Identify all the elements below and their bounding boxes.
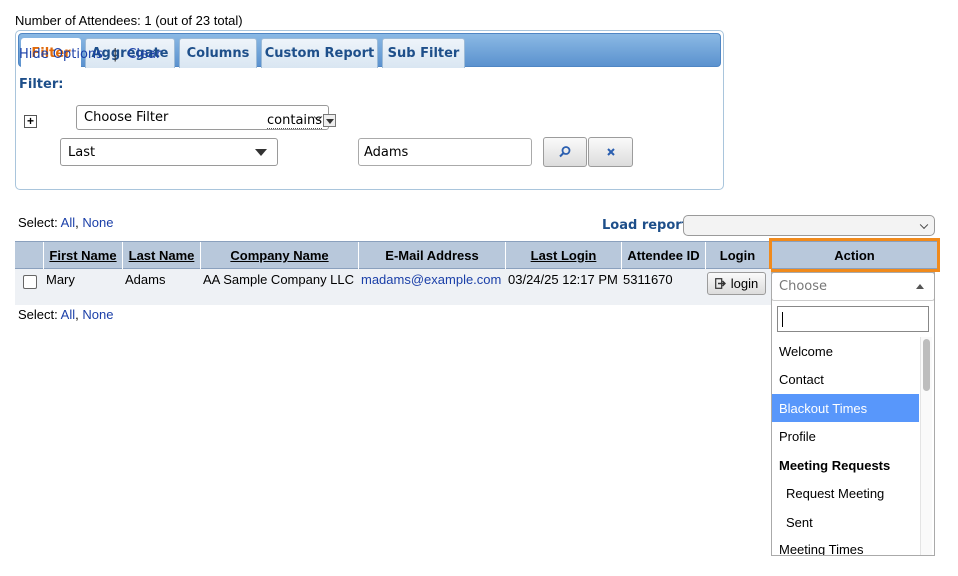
options-row: Hide Options | Clear (19, 47, 161, 62)
login-button-label: login (730, 276, 759, 291)
cell-last-name: Adams (125, 272, 166, 287)
cell-last-login: 03/24/25 12:17 PM (508, 272, 618, 287)
select-all-link[interactable]: All (61, 307, 75, 322)
action-header-highlight (769, 238, 940, 272)
select-all-link[interactable]: All (61, 215, 75, 230)
cell-first-name: Mary (46, 272, 75, 287)
load-report-select[interactable] (683, 215, 935, 236)
header-login: Login (705, 242, 769, 269)
filter-field-value: Last (68, 144, 96, 160)
action-option-contact[interactable]: Contact (772, 365, 919, 393)
cell-company-name: AA Sample Company LLC (203, 272, 355, 287)
clear-link[interactable]: Clear (127, 47, 161, 62)
tab-columns[interactable]: Columns (179, 38, 257, 68)
action-group-meeting-requests: Meeting Requests (779, 457, 891, 473)
select-label: Select: (18, 215, 58, 230)
header-attendee-id: Attendee ID (621, 242, 705, 269)
select-comma: , (75, 307, 79, 322)
action-option-meeting-times[interactable]: Meeting Times (772, 536, 919, 555)
filter-search-input[interactable]: Adams (358, 138, 532, 166)
action-option-welcome[interactable]: Welcome (772, 337, 919, 365)
tab-custom-report[interactable]: Custom Report (261, 38, 378, 68)
login-icon (714, 278, 726, 289)
dropdown-scrollbar-thumb[interactable] (923, 339, 930, 391)
action-option-request-meeting[interactable]: Request Meeting (772, 479, 919, 507)
header-email: E-Mail Address (358, 242, 505, 269)
attendee-count: Number of Attendees: 1 (out of 23 total) (15, 13, 243, 28)
operator-dropdown[interactable] (323, 114, 336, 127)
close-icon (606, 148, 615, 156)
choose-filter-value: Choose Filter (84, 110, 169, 125)
header-last-name[interactable]: Last Name (122, 242, 200, 269)
select-none-link[interactable]: None (82, 215, 113, 230)
tab-sub-filter[interactable]: Sub Filter (382, 38, 465, 68)
chevron-down-icon (919, 220, 929, 229)
header-company-name[interactable]: Company Name (200, 242, 358, 269)
action-option-blackout-times[interactable]: Blackout Times (772, 394, 919, 422)
header-last-login[interactable]: Last Login (505, 242, 621, 269)
action-select-placeholder: Choose (779, 279, 827, 294)
caret-up-icon (916, 284, 924, 289)
action-search-input[interactable] (777, 306, 929, 332)
filter-search-value: Adams (364, 144, 409, 160)
caret-down-icon (255, 149, 267, 156)
filter-label: Filter: (19, 77, 64, 92)
options-separator: | (112, 47, 118, 62)
action-option-profile[interactable]: Profile (772, 422, 919, 450)
text-cursor (782, 312, 783, 327)
operator-label[interactable]: contains (267, 113, 323, 129)
select-controls-bottom: Select: All, None (18, 307, 113, 322)
login-button[interactable]: login (707, 272, 766, 295)
header-first-name[interactable]: First Name (43, 242, 122, 269)
add-filter-button[interactable]: + (24, 115, 37, 128)
action-option-sent[interactable]: Sent (772, 508, 919, 536)
search-button[interactable] (543, 137, 587, 167)
cell-email-link[interactable]: madams@example.com (361, 272, 501, 287)
select-controls-top: Select: All, None (18, 215, 113, 230)
search-icon (559, 146, 571, 158)
row-checkbox[interactable] (23, 275, 37, 289)
filter-field-select[interactable]: Last (60, 138, 278, 166)
select-comma: , (75, 215, 79, 230)
load-report-label: Load report: (602, 218, 694, 233)
caret-down-icon (326, 119, 334, 124)
select-none-link[interactable]: None (82, 307, 113, 322)
hide-options-link[interactable]: Hide Options (19, 47, 103, 62)
action-select[interactable]: Choose (771, 272, 935, 301)
clear-filter-button[interactable] (588, 137, 633, 167)
select-label: Select: (18, 307, 58, 322)
header-checkbox-cell (15, 242, 43, 269)
cell-attendee-id: 5311670 (623, 272, 673, 287)
